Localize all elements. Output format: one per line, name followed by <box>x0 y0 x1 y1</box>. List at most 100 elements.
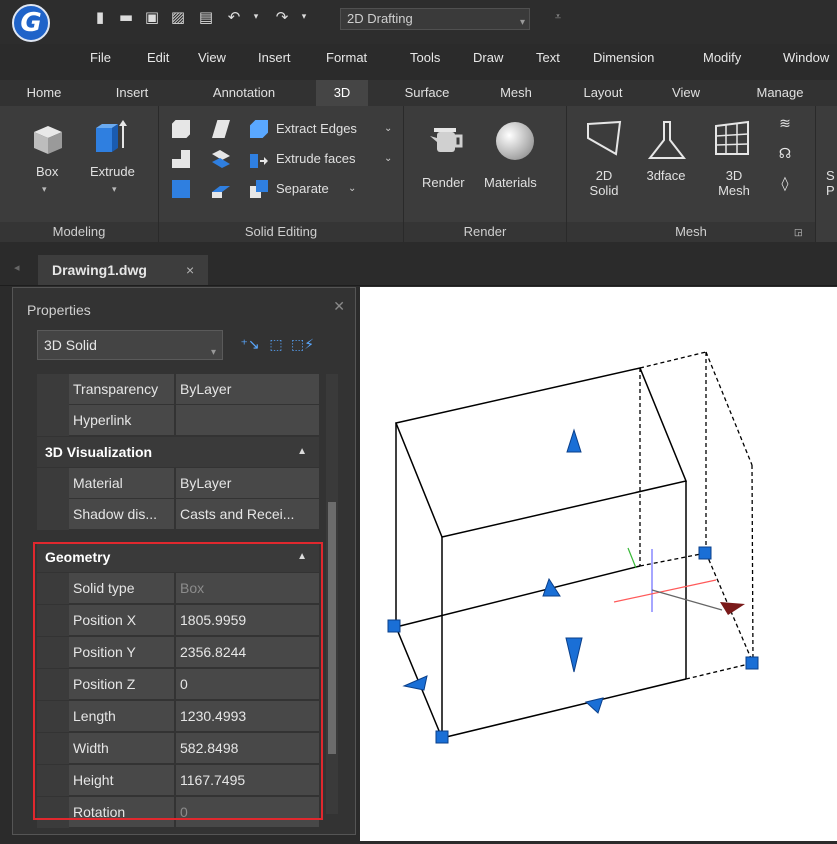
drawing-canvas[interactable] <box>360 287 837 841</box>
thicken-icon[interactable] <box>212 182 230 198</box>
extrude-button[interactable] <box>92 118 128 157</box>
quick-access-toolbar: G ▮ ▬ ▣ ▨ ▤ ↶ ▾ ↷ ▾ 2D Drafting ▾ ⩡ <box>0 0 837 44</box>
property-value[interactable]: ByLayer <box>176 374 319 404</box>
render-button[interactable] <box>428 122 464 161</box>
menu-modify[interactable]: Modify <box>703 50 741 65</box>
workspace-select[interactable]: 2D Drafting ▾ <box>340 8 530 30</box>
hidden-edges <box>639 351 754 680</box>
redo-icon[interactable]: ↷ <box>272 8 292 26</box>
tab-layout[interactable]: Layout <box>570 80 636 106</box>
quick-select-icon[interactable]: ⬚⚡ <box>291 334 314 356</box>
menu-file[interactable]: File <box>90 50 111 65</box>
menu-window[interactable]: Window <box>783 50 829 65</box>
property-value[interactable] <box>176 405 319 435</box>
interfere-icon[interactable] <box>172 180 190 198</box>
property-row-transparency[interactable]: Transparency ByLayer <box>37 374 319 405</box>
2d-solid-label-1: 2D <box>595 168 613 183</box>
property-value[interactable]: ByLayer <box>176 468 319 498</box>
chevron-down-icon: ▾ <box>210 347 216 358</box>
chevron-down-icon: ⌄ <box>384 123 393 134</box>
close-icon[interactable]: × <box>186 255 194 285</box>
materials-icon[interactable] <box>496 122 534 160</box>
intersect-icon[interactable] <box>172 150 190 168</box>
menu-edit[interactable]: Edit <box>147 50 169 65</box>
ucs-axis-y <box>627 547 637 569</box>
extrude-faces-icon <box>250 150 268 168</box>
save-icon[interactable]: ▣ <box>142 8 162 26</box>
tab-view[interactable]: View <box>660 80 712 106</box>
slice-icon[interactable] <box>212 150 230 168</box>
tab-annotation[interactable]: Annotation <box>196 80 292 106</box>
grip-square <box>745 656 759 670</box>
panel-title-solid-editing: Solid Editing <box>159 222 403 242</box>
box-button[interactable] <box>30 120 66 159</box>
property-name: Shadow dis... <box>69 499 175 529</box>
union-icon[interactable] <box>172 120 190 138</box>
properties-palette: Properties ✕ 3D Solid ▾ ⁺↘ ⬚ ⬚⚡ Transpar… <box>12 287 356 835</box>
tab-3d[interactable]: 3D <box>316 80 368 106</box>
materials-label[interactable]: Materials <box>484 175 537 190</box>
chevron-down-icon: ⌄ <box>348 183 357 194</box>
panel-launcher-icon[interactable]: ◲ <box>794 227 804 237</box>
2d-solid-button[interactable] <box>584 118 624 161</box>
property-row-shadow-display[interactable]: Shadow dis... Casts and Recei... <box>37 499 319 530</box>
panel-title-modeling: Modeling <box>0 222 158 242</box>
menu-draw[interactable]: Draw <box>473 50 503 65</box>
grip-triangle <box>402 675 428 691</box>
undo-icon[interactable]: ↶ <box>224 8 244 26</box>
menu-view[interactable]: View <box>198 50 226 65</box>
extrude-label: Extrude <box>90 164 135 179</box>
close-icon[interactable]: ✕ <box>333 298 345 315</box>
ruled-surface-icon[interactable]: ☊ <box>772 146 798 166</box>
properties-title: Properties <box>27 302 91 318</box>
tab-insert[interactable]: Insert <box>104 80 160 106</box>
property-value[interactable]: Casts and Recei... <box>176 499 319 529</box>
menu-insert[interactable]: Insert <box>258 50 291 65</box>
edge-surface-icon[interactable]: ◊ <box>772 176 798 196</box>
box-icon <box>34 126 62 154</box>
scroll-left-icon[interactable]: ◂ <box>14 261 20 274</box>
toggle-pickadd-icon[interactable]: ⁺↘ <box>239 334 261 356</box>
extract-edges-icon <box>250 120 268 138</box>
object-type-select[interactable]: 3D Solid ▾ <box>37 330 223 360</box>
open-folder-icon[interactable]: ▬ <box>116 8 136 26</box>
select-objects-icon[interactable]: ⬚ <box>265 334 287 356</box>
category-3d-visualization[interactable]: 3D Visualization ▲ <box>37 437 319 467</box>
subtract-icon[interactable] <box>212 120 230 138</box>
menu-tools[interactable]: Tools <box>410 50 440 65</box>
partial-label-2: P <box>826 183 835 198</box>
2d-solid-label-2: Solid <box>589 183 619 198</box>
redo-dropdown-icon[interactable]: ▾ <box>294 8 314 26</box>
panel-title-mesh: Mesh <box>567 222 815 242</box>
collapse-icon[interactable]: ▲ <box>297 437 307 467</box>
property-name: Transparency <box>69 374 175 404</box>
menu-format[interactable]: Format <box>326 50 367 65</box>
tab-surface[interactable]: Surface <box>392 80 462 106</box>
ribbon-tabs: Home Insert Annotation 3D Surface Mesh L… <box>0 80 837 106</box>
property-name: Hyperlink <box>69 405 175 435</box>
print-icon[interactable]: ▤ <box>196 8 216 26</box>
app-logo-icon[interactable]: G <box>12 4 50 42</box>
new-file-icon[interactable]: ▮ <box>90 8 110 26</box>
property-row-hyperlink[interactable]: Hyperlink <box>37 405 319 436</box>
3d-mesh-button[interactable] <box>712 118 752 161</box>
3dface-button[interactable] <box>646 120 687 163</box>
customize-toolbar-icon[interactable]: ⩡ <box>548 8 568 26</box>
undo-dropdown-icon[interactable]: ▾ <box>246 8 266 26</box>
tab-mesh[interactable]: Mesh <box>484 80 548 106</box>
3dface-label: 3dface <box>646 168 686 183</box>
object-type-value: 3D Solid <box>44 337 97 353</box>
document-tab[interactable]: Drawing1.dwg × <box>38 255 208 285</box>
property-row-material[interactable]: Material ByLayer <box>37 468 319 499</box>
save-as-icon[interactable]: ▨ <box>168 8 188 26</box>
scrollbar-thumb[interactable] <box>328 502 336 754</box>
chevron-down-icon: ⌄ <box>384 153 393 164</box>
revolved-surface-icon[interactable]: ≋ <box>772 116 798 136</box>
tab-home[interactable]: Home <box>18 80 70 106</box>
menu-dimension[interactable]: Dimension <box>593 50 654 65</box>
properties-scrollbar[interactable] <box>326 374 338 814</box>
render-label[interactable]: Render <box>422 175 465 190</box>
panel-title-render: Render <box>404 222 566 242</box>
menu-text[interactable]: Text <box>536 50 560 65</box>
tab-manage[interactable]: Manage <box>740 80 820 106</box>
